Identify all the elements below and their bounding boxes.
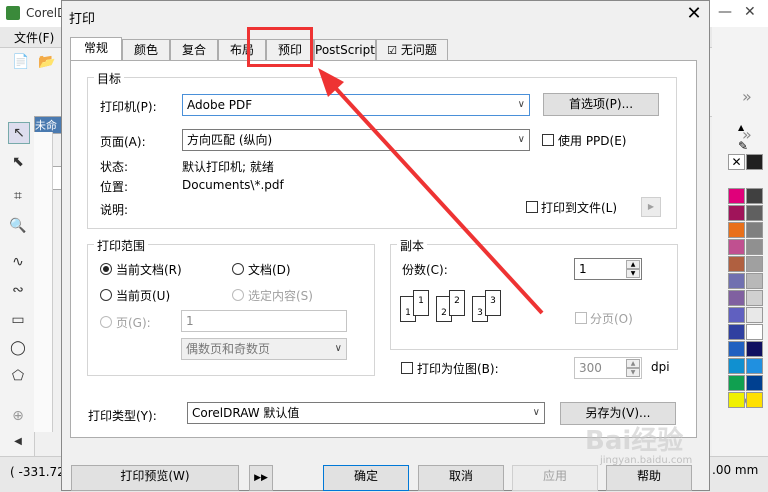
annotation-arrow — [318, 68, 544, 315]
watermark-logo: Bai经验 — [585, 426, 684, 456]
watermark-url: jingyan.baidu.com — [600, 455, 693, 466]
